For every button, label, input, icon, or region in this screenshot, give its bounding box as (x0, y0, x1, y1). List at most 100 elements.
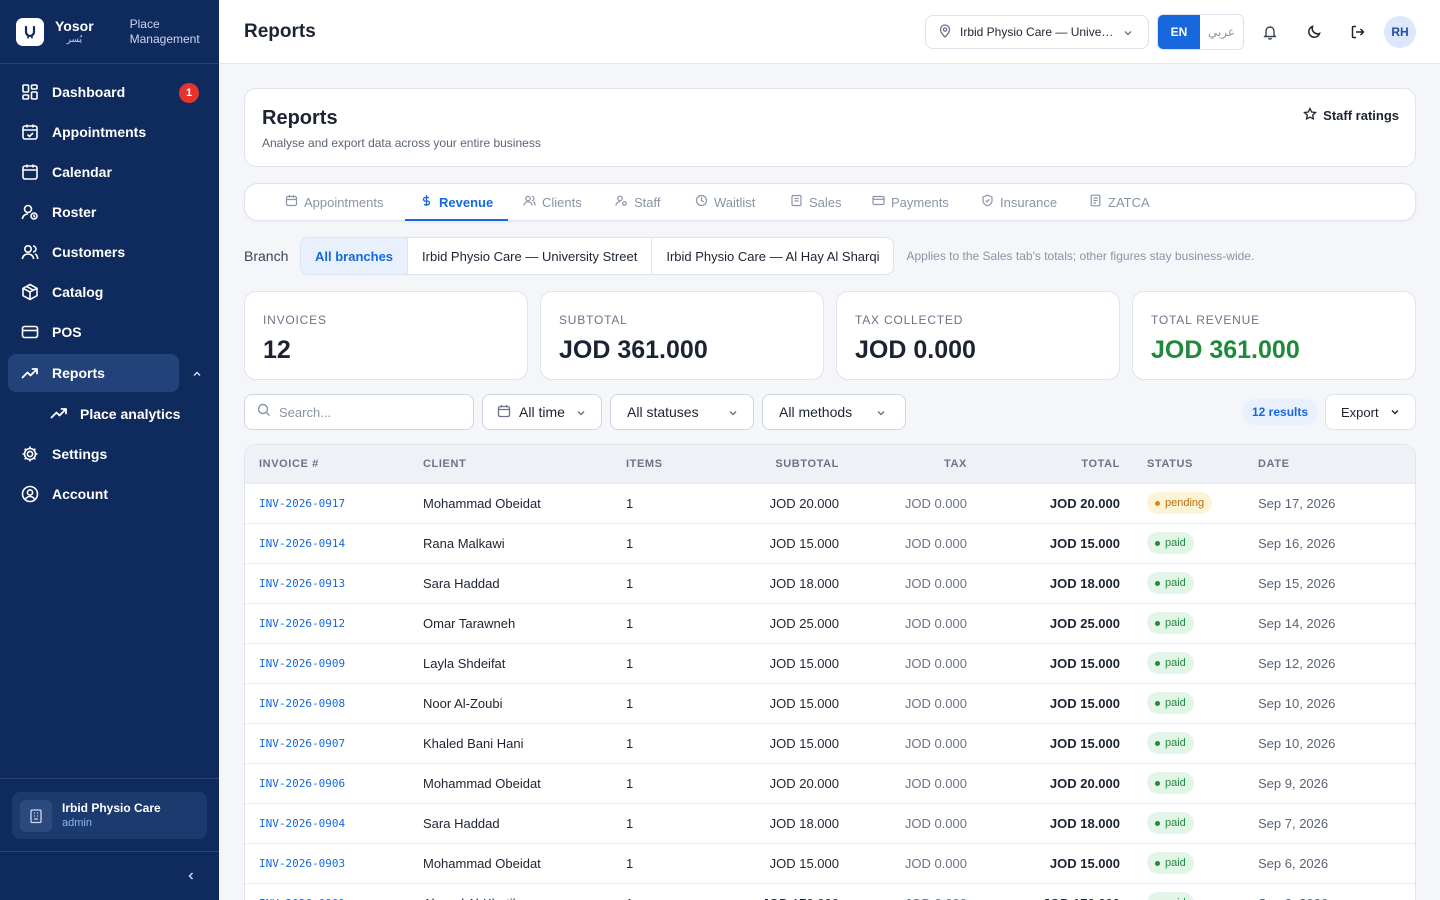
invoice-link[interactable]: INV-2026-0909 (245, 643, 423, 683)
time-filter-value: All time (519, 404, 565, 420)
table-row[interactable]: INV-2026-0907 Khaled Bani Hani 1 JOD 15.000… (245, 723, 1415, 763)
results-count-badge: 12 results (1242, 399, 1319, 425)
column-header-items[interactable]: ITEMS (626, 445, 716, 483)
status-badge: paid (1147, 612, 1194, 634)
sidebar-item-appointments[interactable]: Appointments (0, 112, 219, 152)
reports-heading: Reports (262, 107, 338, 129)
sidebar-item-roster[interactable]: Roster (0, 192, 219, 232)
table-row[interactable]: INV-2026-0906 Mohammad Obeidat 1 JOD 20.000… (245, 763, 1415, 803)
table-row[interactable]: INV-2026-0912 Omar Tarawneh 1 JOD 25.000 JOD… (245, 603, 1415, 643)
invoice-link[interactable]: INV-2026-0904 (245, 803, 423, 843)
stat-card-total-revenue: TOTAL REVENUE JOD 361.000 (1132, 291, 1416, 380)
sidebar-item-account[interactable]: Account (0, 474, 219, 514)
search-input[interactable] (279, 404, 459, 420)
sidebar-item-place-analytics[interactable]: Place analytics (0, 394, 219, 434)
chevron-up-icon[interactable] (191, 367, 203, 385)
tax-cell: JOD 0.000 (904, 615, 967, 631)
invoice-link[interactable]: INV-2026-0912 (245, 603, 423, 643)
invoice-link[interactable]: INV-2026-0907 (245, 723, 423, 763)
status-badge: paid (1147, 772, 1194, 794)
time-filter-dropdown[interactable]: All time (482, 394, 602, 430)
invoice-link[interactable]: INV-2026-0908 (245, 683, 423, 723)
status-badge-label: paid (1165, 857, 1186, 869)
table-row[interactable]: INV-2026-0917 Mohammad Obeidat 1 JOD 20.000… (245, 483, 1415, 523)
table-row[interactable]: INV-2026-0908 Noor Al-Zoubi 1 JOD 15.000 JOD… (245, 683, 1415, 723)
subtotal-cell: JOD 20.000 (769, 495, 839, 511)
lang-ar-button[interactable]: عربي (1200, 15, 1243, 49)
date-cell: Sep 2, 2026 (1258, 883, 1415, 900)
column-header-invoice[interactable]: INVOICE # (245, 445, 423, 483)
tab-payments[interactable]: Payments (872, 184, 949, 220)
invoice-link[interactable]: INV-2026-0914 (245, 523, 423, 563)
stat-value: JOD 361.000 (559, 336, 708, 364)
staff-ratings-button[interactable]: Staff ratings (1303, 107, 1399, 124)
sidebar-item-dashboard[interactable]: Dashboard 1 (0, 72, 219, 112)
chevron-left-icon[interactable] (185, 869, 197, 887)
sidebar-item-label: Settings (52, 446, 108, 462)
date-cell: Sep 7, 2026 (1258, 815, 1329, 831)
table-row[interactable]: INV-2026-0913 Sara Haddad 1 JOD 18.000 JOD 0… (245, 563, 1415, 603)
branch-option-all[interactable]: All branches (301, 238, 408, 274)
sidebar-footer: Irbid Physio Care admin (0, 778, 219, 900)
brand-name-en: Yosor (55, 18, 94, 34)
table-row[interactable]: INV-2026-0903 Mohammad Obeidat 1 JOD 15.000… (245, 843, 1415, 883)
date-cell: Sep 12, 2026 (1258, 655, 1336, 671)
lang-en-button[interactable]: EN (1158, 15, 1200, 49)
column-header-total[interactable]: TOTAL (967, 445, 1120, 483)
client-cell: Mohammad Obeidat (423, 775, 541, 791)
column-header-status[interactable]: STATUS (1120, 445, 1258, 483)
column-header-subtotal[interactable]: SUBTOTAL (716, 445, 839, 483)
status-badge: paid (1147, 532, 1194, 554)
branch-option-al-hay-al-sharqi[interactable]: Irbid Physio Care — Al Hay Al Sharqi (651, 238, 893, 274)
invoice-link[interactable]: INV-2026-0903 (245, 843, 423, 883)
invoice-link[interactable]: INV-2026-0917 (245, 483, 423, 523)
items-cell: 1 (626, 535, 634, 551)
sidebar-item-calendar[interactable]: Calendar (0, 152, 219, 192)
tab-insurance[interactable]: Insurance (981, 184, 1057, 220)
total-cell: JOD 18.000 (1049, 575, 1120, 591)
bell-icon[interactable] (1260, 22, 1280, 42)
sidebar-item-settings[interactable]: Settings (0, 434, 219, 474)
brand-subtitle: Place Management (130, 17, 200, 47)
tab-appointments[interactable]: Appointments (285, 184, 384, 220)
sidebar-item-label: Catalog (52, 284, 104, 300)
avatar[interactable]: RH (1384, 16, 1416, 48)
org-switcher[interactable]: Irbid Physio Care admin (12, 792, 207, 839)
tab-sales[interactable]: Sales (790, 184, 842, 220)
invoice-link[interactable]: INV-2026-0906 (245, 763, 423, 803)
branch-option-university-street[interactable]: Irbid Physio Care — University Street (407, 238, 651, 274)
logout-icon[interactable] (1348, 22, 1368, 42)
calendar-icon (497, 404, 511, 421)
page-title: Reports (244, 21, 316, 42)
branch-selector[interactable]: Irbid Physio Care — University Street (925, 15, 1149, 49)
status-dot-icon (1155, 540, 1160, 546)
tab-zatca[interactable]: ZATCA (1089, 184, 1150, 220)
tab-waitlist[interactable]: Waitlist (695, 184, 755, 220)
invoice-link[interactable]: INV-2026-0901 (245, 883, 423, 900)
tab-revenue[interactable]: Revenue (405, 184, 509, 221)
status-filter-dropdown[interactable]: All statuses (610, 394, 754, 430)
sidebar-item-label: Account (52, 486, 108, 502)
moon-icon[interactable] (1304, 22, 1324, 42)
column-header-tax[interactable]: TAX (839, 445, 967, 483)
branch-filter: Branch All branches Irbid Physio Care — … (244, 237, 1254, 275)
table-row[interactable]: INV-2026-0904 Sara Haddad 1 JOD 18.000 JOD 0… (245, 803, 1415, 843)
sidebar-item-customers[interactable]: Customers (0, 232, 219, 272)
method-filter-dropdown[interactable]: All methods (762, 394, 906, 430)
table-row[interactable]: INV-2026-0909 Layla Shdeifat 1 JOD 15.000 JO… (245, 643, 1415, 683)
sidebar-item-pos[interactable]: POS (0, 312, 219, 352)
tab-staff[interactable]: Staff (615, 184, 661, 220)
invoice-link[interactable]: INV-2026-0913 (245, 563, 423, 603)
tab-label: Revenue (439, 194, 494, 210)
table-row[interactable]: INV-2026-0901Ahmad Al-Khatib1JOD 170.000… (245, 883, 1415, 900)
export-button[interactable]: Export (1325, 394, 1416, 430)
items-cell: 1 (626, 495, 634, 511)
column-header-date[interactable]: DATE (1258, 445, 1415, 483)
tab-clients[interactable]: Clients (523, 184, 582, 220)
sidebar-item-reports[interactable]: Reports (8, 354, 179, 392)
brand-logo-icon[interactable] (16, 17, 44, 46)
sidebar-item-catalog[interactable]: Catalog (0, 272, 219, 312)
column-header-client[interactable]: CLIENT (423, 445, 626, 483)
status-cell: paid (1120, 883, 1258, 900)
table-row[interactable]: INV-2026-0914 Rana Malkawi 1 JOD 15.000 JOD … (245, 523, 1415, 563)
